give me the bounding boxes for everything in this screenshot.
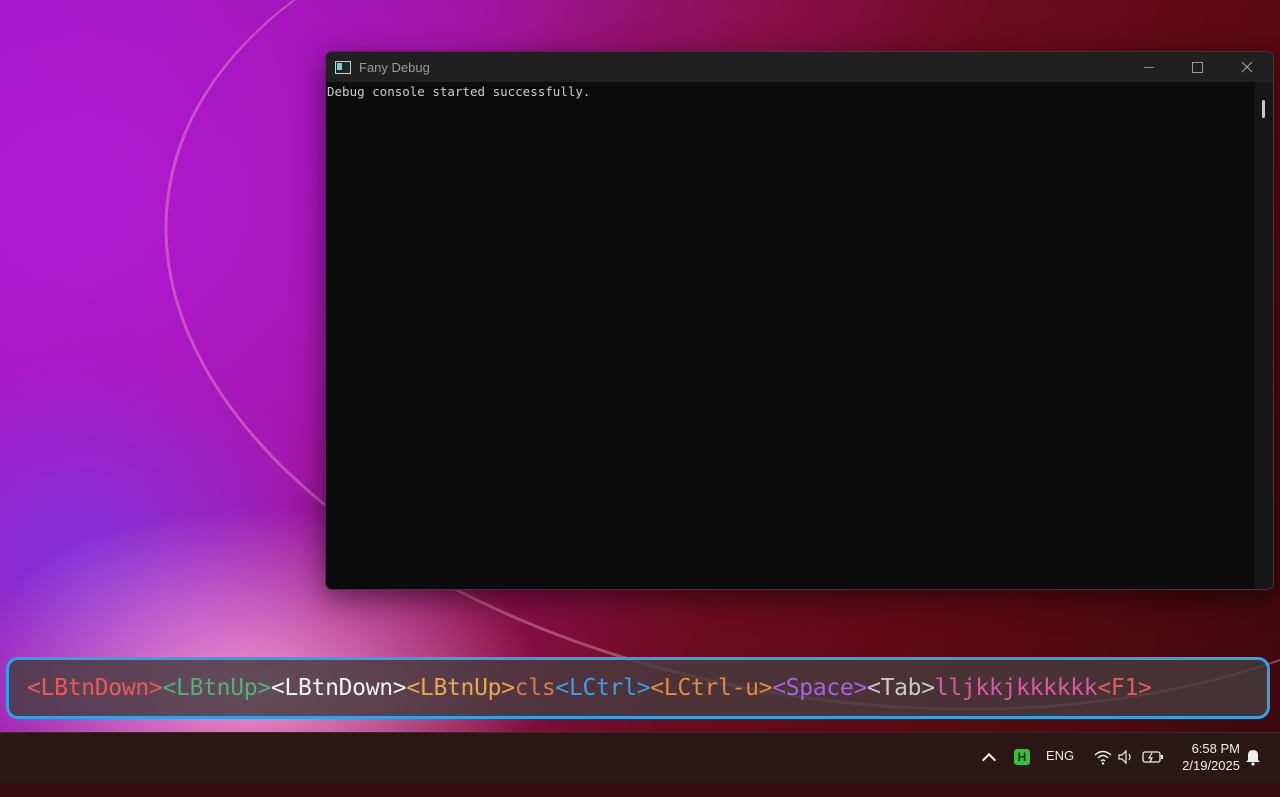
keystroke-segment: <LBtnUp>: [162, 675, 271, 701]
close-button[interactable]: [1223, 52, 1271, 82]
keystroke-overlay: <LBtnDown> <LBtnUp> <LBtnDown> <LBtnUp> cls <…: [6, 657, 1270, 719]
console-window[interactable]: Fany Debug Debug console started success…: [325, 51, 1274, 590]
console-line: Debug console started successfully.: [327, 84, 591, 99]
show-hidden-icons-button[interactable]: [980, 747, 998, 767]
console-app-icon: [335, 60, 351, 74]
keystroke-segment: <LBtnUp>: [406, 675, 515, 701]
keystroke-segment: <F1>: [1097, 675, 1152, 701]
window-title: Fany Debug: [359, 59, 430, 75]
keystroke-segment: <Tab>: [867, 675, 935, 701]
taskbar: H ENG 6:58 PM 2/19/2025: [0, 732, 1280, 783]
notification-bell-icon[interactable]: [1244, 748, 1262, 766]
minimize-button[interactable]: [1125, 52, 1173, 82]
keystroke-segment: <LCtrl>: [555, 675, 651, 701]
clock[interactable]: 6:58 PM 2/19/2025: [1176, 740, 1240, 774]
maximize-icon: [1191, 61, 1203, 73]
clock-time: 6:58 PM: [1191, 741, 1240, 756]
keystroke-segment: <Space>: [772, 675, 868, 701]
keystroke-segment: cls: [514, 675, 556, 701]
wifi-icon[interactable]: [1093, 748, 1113, 766]
tray-app-icon[interactable]: H: [1014, 749, 1030, 765]
clock-date: 2/19/2025: [1182, 758, 1240, 773]
chevron-up-icon: [981, 752, 997, 767]
scrollbar-thumb[interactable]: [1262, 100, 1265, 118]
language-indicator[interactable]: ENG: [1046, 748, 1074, 763]
keystroke-segment: lljkkjkkkkkk: [934, 675, 1098, 701]
title-bar[interactable]: Fany Debug: [326, 52, 1273, 82]
keystroke-segment: <LBtnDown>: [27, 675, 163, 701]
close-icon: [1241, 61, 1253, 73]
battery-icon[interactable]: [1142, 748, 1164, 766]
keystroke-segment: <LCtrl-u>: [650, 675, 773, 701]
console-output[interactable]: Debug console started successfully.: [326, 82, 1255, 589]
keystroke-segment: <LBtnDown>: [270, 675, 407, 701]
minimize-icon: [1144, 66, 1154, 68]
volume-icon[interactable]: [1116, 748, 1136, 766]
vertical-scrollbar[interactable]: [1255, 82, 1273, 589]
maximize-button[interactable]: [1173, 52, 1221, 82]
